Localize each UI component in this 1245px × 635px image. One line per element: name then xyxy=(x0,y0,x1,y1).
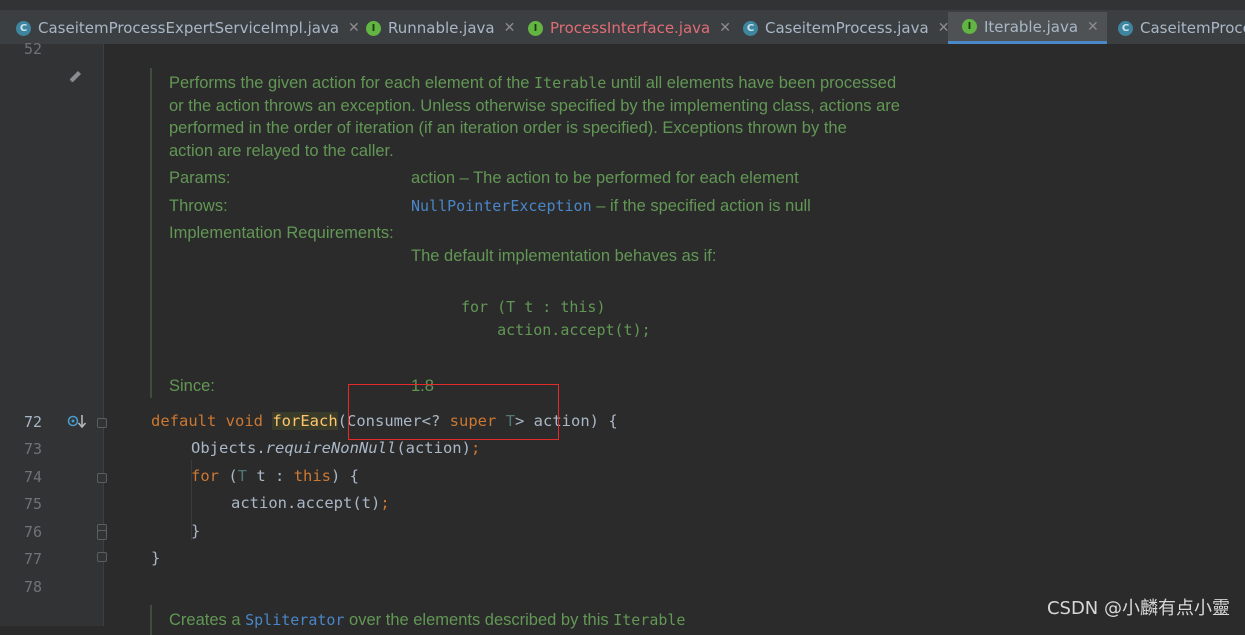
line-number: 73 xyxy=(23,440,42,458)
tab-caseitem-process[interactable]: C CaseitemProcess.java ✕ xyxy=(727,12,949,44)
doc-impl-label: Implementation Requirements: xyxy=(169,224,394,242)
fold-collapse-icon[interactable] xyxy=(97,473,107,483)
doc-params-label: Params: xyxy=(169,169,231,187)
line-number: 77 xyxy=(23,550,42,568)
implements-override-icon[interactable] xyxy=(66,413,88,431)
doc-code-sample: action.accept(t); xyxy=(461,321,651,339)
doc-throws-value: NullPointerException – if the specified … xyxy=(411,197,811,215)
method-name: forEach xyxy=(272,412,338,430)
doc-paragraph-line: action are relayed to the caller. xyxy=(169,142,394,160)
tab-label: ProcessInterface.java xyxy=(550,19,711,37)
close-icon[interactable]: ✕ xyxy=(1087,19,1099,35)
doc-impl-value: The default implementation behaves as if… xyxy=(411,247,717,265)
doc-paragraph-line: or the action throws an exception. Unles… xyxy=(169,97,900,115)
doc-throws-label: Throws: xyxy=(169,197,228,215)
interface-icon: I xyxy=(962,19,977,34)
code-line-77[interactable]: } xyxy=(151,549,160,567)
doc-comment-bar xyxy=(150,68,152,398)
doc-code-sample: for (T t : this) xyxy=(461,298,606,316)
doc-comment-bar xyxy=(150,605,152,635)
code-line-74[interactable]: for (T t : this) { xyxy=(191,467,359,485)
class-icon: C xyxy=(16,20,31,36)
tab-caseitem-process-truncated[interactable]: C CaseitemProce xyxy=(1102,12,1245,44)
tab-label: CaseitemProce xyxy=(1140,19,1245,37)
line-number: 72 xyxy=(23,413,42,431)
highlight-annotation-box xyxy=(348,384,559,440)
edit-doc-pencil-icon[interactable] xyxy=(67,68,85,86)
null-pointer-exception-link[interactable]: NullPointerException xyxy=(411,197,592,215)
line-number: 74 xyxy=(23,468,42,486)
line-number: 78 xyxy=(23,578,42,596)
tab-caseitem-process-expert-service-impl[interactable]: C CaseitemProcessExpertServiceImpl.java … xyxy=(0,12,360,44)
tab-process-interface[interactable]: I ProcessInterface.java ✕ xyxy=(512,12,731,44)
doc-code: Iterable xyxy=(534,74,607,92)
class-icon: C xyxy=(743,20,758,36)
fold-expand-icon[interactable] xyxy=(97,530,107,540)
code-line-75[interactable]: action.accept(t); xyxy=(231,494,390,512)
tab-iterable[interactable]: I Iterable.java ✕ xyxy=(948,12,1107,44)
interface-icon: I xyxy=(528,20,543,36)
line-number: 75 xyxy=(23,495,42,513)
code-line-73[interactable]: Objects.requireNonNull(action); xyxy=(191,439,480,457)
watermark: CSDN @小麟有点小靈 xyxy=(1046,598,1230,619)
fold-collapse-icon[interactable] xyxy=(97,418,107,428)
tab-label: CaseitemProcess.java xyxy=(765,19,929,37)
line-number: 52 xyxy=(23,40,42,58)
class-icon: C xyxy=(1118,20,1133,36)
editor-tab-bar: C CaseitemProcessExpertServiceImpl.java … xyxy=(0,0,1245,44)
doc-since-label: Since: xyxy=(169,377,215,395)
doc-params-value: action – The action to be performed for … xyxy=(411,169,799,187)
spliterator-link[interactable]: Spliterator xyxy=(245,611,344,629)
line-number: 76 xyxy=(23,523,42,541)
doc-paragraph-line: performed in the order of iteration (if … xyxy=(169,119,847,137)
fold-expand-icon[interactable] xyxy=(97,552,107,562)
doc-paragraph-line: Performs the given action for each eleme… xyxy=(169,74,897,92)
toolbar-strip xyxy=(0,0,1245,10)
tab-label: Iterable.java xyxy=(984,17,1079,36)
code-line-76[interactable]: } xyxy=(191,522,200,540)
doc-next-method: Creates a Spliterator over the elements … xyxy=(169,611,686,629)
tab-label: CaseitemProcessExpertServiceImpl.java xyxy=(38,19,340,37)
tab-label: Runnable.java xyxy=(388,19,495,37)
tab-runnable[interactable]: I Runnable.java ✕ xyxy=(350,12,515,44)
interface-icon: I xyxy=(366,20,381,36)
